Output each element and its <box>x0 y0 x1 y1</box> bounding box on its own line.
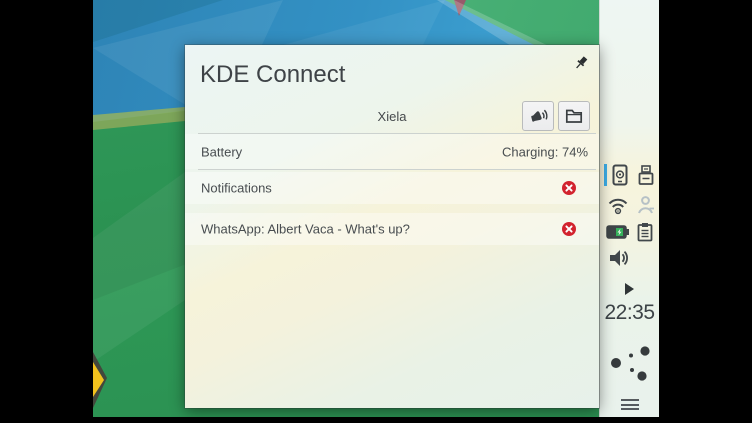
panel-toolbox-hamburger-icon[interactable] <box>621 399 639 413</box>
dismiss-notification-button[interactable] <box>562 181 576 195</box>
battery-label: Battery <box>201 144 242 159</box>
kdeconnect-dots-icon[interactable] <box>608 343 654 383</box>
battery-row: Battery Charging: 74% <box>185 134 599 169</box>
notification-row: WhatsApp: Albert Vaca - What's up? <box>185 213 599 245</box>
removable-device-icon[interactable] <box>637 165 655 185</box>
notification-text: Notifications <box>201 181 272 196</box>
digital-clock[interactable]: 22:35 <box>600 301 659 325</box>
user-switch-icon[interactable] <box>637 195 655 215</box>
battery-charging-icon[interactable] <box>606 225 630 239</box>
kdeconnect-phone-icon[interactable] <box>610 164 630 186</box>
separator <box>198 169 596 170</box>
desktop: 22:35 KDE Connect <box>0 0 752 423</box>
tray-expander-arrow-icon[interactable] <box>625 283 634 295</box>
battery-status: Charging: 74% <box>502 144 588 159</box>
plasma-panel: 22:35 <box>599 0 659 417</box>
browse-device-button[interactable] <box>558 101 590 131</box>
device-row: Xiela <box>185 101 599 133</box>
notification-row: Notifications <box>185 172 599 204</box>
volume-icon[interactable] <box>608 248 630 268</box>
dismiss-notification-button[interactable] <box>562 222 576 236</box>
wifi-network-icon[interactable] <box>607 195 629 215</box>
clipboard-icon[interactable] <box>637 222 653 242</box>
pin-icon[interactable] <box>573 55 589 71</box>
kdeconnect-popup: KDE Connect Xiela <box>185 45 599 408</box>
ring-device-button[interactable] <box>522 101 554 131</box>
popup-title: KDE Connect <box>200 61 345 89</box>
active-tray-indicator <box>604 164 607 186</box>
notification-text: WhatsApp: Albert Vaca - What's up? <box>201 222 410 237</box>
